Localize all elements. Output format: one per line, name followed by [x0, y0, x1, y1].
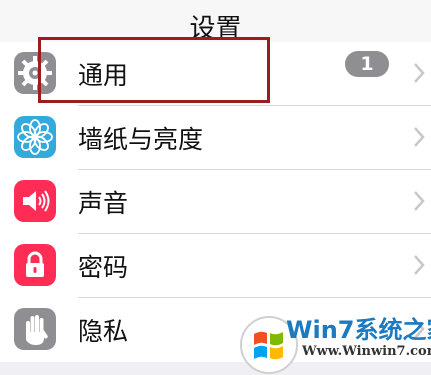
settings-row-label: 墙纸与亮度: [78, 125, 204, 154]
chevron-right-icon: [414, 255, 425, 275]
settings-row-wallpaper-brightness[interactable]: 墙纸与亮度: [0, 106, 431, 170]
highlight-box: [38, 37, 270, 103]
wallpaper-flower-icon: [14, 116, 56, 158]
speaker-icon: [14, 180, 56, 222]
lock-icon: [14, 244, 56, 286]
settings-row-label: 密码: [78, 253, 129, 282]
chevron-right-icon: [414, 127, 425, 147]
settings-row-label: 隐私: [78, 317, 129, 346]
settings-row-sounds[interactable]: 声音: [0, 170, 431, 234]
hand-icon: [14, 308, 56, 350]
watermark: Win7系统之家 Www.Winwin7.com: [236, 306, 431, 374]
notification-badge: 1: [345, 51, 389, 77]
chevron-right-icon: [414, 63, 425, 83]
settings-row-passcode[interactable]: 密码: [0, 234, 431, 298]
chevron-right-icon: [414, 191, 425, 211]
watermark-brand: Win7系统之家: [286, 316, 431, 344]
watermark-url: Www.Winwin7.com: [302, 344, 431, 359]
settings-row-label: 声音: [78, 189, 129, 218]
